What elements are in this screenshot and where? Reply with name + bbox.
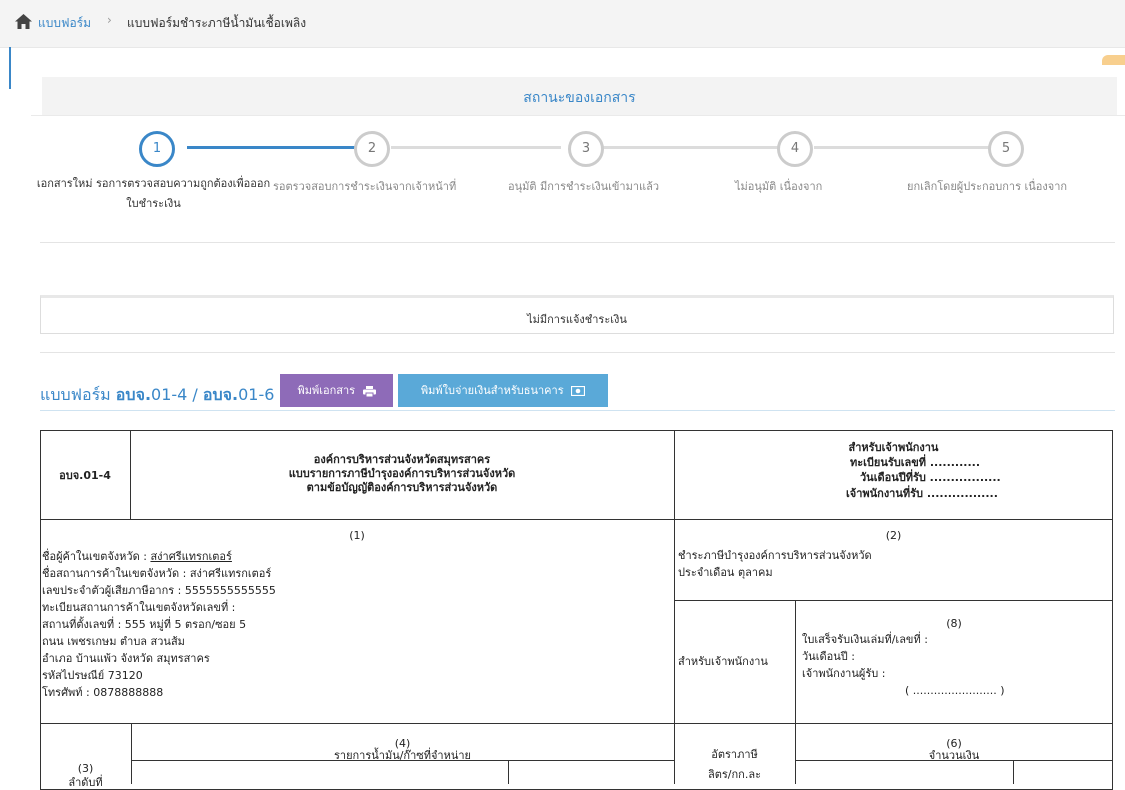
breadcrumb-separator: › — [107, 13, 112, 27]
step-1-circle: 1 — [139, 131, 175, 167]
side-tab[interactable] — [1102, 55, 1125, 65]
document-header-line-2: แบบรายการภาษีบำรุงองค์การบริหารส่วนจังหว… — [288, 467, 516, 480]
breadcrumb: แบบฟอร์ม › แบบฟอร์มชำระภาษีน้ำมันเชื้อเพ… — [0, 0, 1125, 48]
money-icon — [571, 385, 586, 397]
document-header-line-1: องค์การบริหารส่วนจังหวัดสมุทรสาคร — [313, 453, 491, 466]
tax-rate-label: อัตราภาษี — [711, 748, 758, 761]
left-accent-bar — [9, 47, 11, 89]
section-4-label: รายการน้ำมัน/ก๊าซที่จำหน่าย — [333, 749, 472, 762]
section-2-number: (2) — [885, 529, 902, 542]
form-title: แบบฟอร์ม อบจ.01-4 / อบจ.01-6 — [40, 383, 274, 408]
table-line — [1013, 760, 1014, 784]
status-header: สถานะของเอกสาร — [42, 77, 1117, 116]
divider — [40, 352, 1115, 353]
step-connector-1 — [187, 146, 357, 149]
officer-register-number: ทะเบียนรับเลขที่ ............ — [850, 456, 981, 469]
payment-notice-text: ไม่มีการแจ้งชำระเงิน — [527, 313, 627, 326]
step-1-label: เอกสารใหม่ รอการตรวจสอบความถูกต้องเพื่ออ… — [36, 177, 271, 210]
trader-name-value: สง่าศรีแทรกเตอร์ — [150, 550, 232, 563]
step-5-label: ยกเลิกโดยผู้ประกอบการ เนื่องจาก — [907, 180, 1068, 193]
receipt-signature: ( ........................ ) — [905, 684, 1005, 697]
step-2-circle: 2 — [354, 131, 390, 167]
table-line — [40, 723, 1113, 724]
postal-code: รหัสไปรษณีย์ 73120 — [42, 669, 143, 682]
section-3-label: ลำดับที่ — [68, 776, 103, 789]
section-2-line-1: ชำระภาษีบำรุงองค์การบริหารส่วนจังหวัด — [678, 549, 872, 562]
print-document-button[interactable]: พิมพ์เอกสาร — [280, 374, 393, 407]
address-line-1: สถานที่ตั้งเลขที่ : 555 หมู่ที่ 5 ตรอก/ซ… — [42, 618, 247, 631]
receipt-officer: เจ้าพนักงานผู้รับ : — [802, 667, 886, 680]
print-document-label: พิมพ์เอกสาร — [297, 384, 356, 397]
receipt-date: วันเดือนปี : — [802, 650, 855, 663]
step-connector-2 — [391, 146, 561, 149]
table-line — [674, 600, 1113, 601]
phone: โทรศัพท์ : 0878888888 — [42, 686, 164, 699]
form-title-code-2: อบจ. — [202, 385, 239, 404]
step-4-circle: 4 — [777, 131, 813, 167]
document-code: อบจ.01-4 — [59, 469, 111, 482]
address-line-3: อำเภอ บ้านแพ้ว จังหวัด สมุทรสาคร — [42, 652, 210, 665]
table-line — [40, 519, 1113, 520]
table-line — [674, 430, 675, 784]
print-bank-slip-label: พิมพ์ใบจ่ายเงินสำหรับธนาคาร — [420, 384, 564, 397]
print-bank-slip-button[interactable]: พิมพ์ใบจ่ายเงินสำหรับธนาคาร — [398, 374, 608, 407]
section-3-number: (3) — [77, 762, 94, 775]
form-title-prefix: แบบฟอร์ม — [40, 385, 111, 404]
address-line-2: ถนน เพชรเกษม ตำบล สวนส้ม — [42, 635, 185, 648]
section-2-month: ประจำเดือน ตุลาคม — [678, 566, 773, 579]
printer-icon — [362, 385, 376, 397]
step-connector-4 — [814, 146, 990, 149]
step-2-label: รอตรวจสอบการชำระเงินจากเจ้าหน้าที่ — [273, 180, 457, 193]
step-3-circle: 3 — [568, 131, 604, 167]
step-5-circle: 5 — [988, 131, 1024, 167]
tax-id: เลขประจำตัวผู้เสียภาษีอากร : 55555555555… — [42, 584, 276, 597]
document-header-line-3: ตามข้อบัญญัติองค์การบริหารส่วนจังหวัด — [306, 481, 498, 494]
breadcrumb-current: แบบฟอร์มชำระภาษีน้ำมันเชื้อเพลิง — [127, 16, 307, 30]
shop-name: ชื่อสถานการค้าในเขตจังหวัด : สง่าศรีแทรก… — [42, 567, 272, 580]
officer-box-title: สำหรับเจ้าพนักงาน — [848, 441, 939, 454]
payment-notice-box: ไม่มีการแจ้งชำระเงิน — [40, 295, 1114, 334]
trader-name-label: ชื่อผู้ค้าในเขตจังหวัด : — [42, 550, 151, 563]
divider — [40, 242, 1115, 243]
form-title-underline — [40, 410, 1115, 411]
form-title-num-2: 01-6 — [238, 385, 275, 404]
shop-registration: ทะเบียนสถานการค้าในเขตจังหวัดเลขที่ : — [42, 601, 236, 614]
status-title: สถานะของเอกสาร — [523, 90, 636, 106]
section-8-number: (8) — [946, 617, 962, 630]
step-3-label: อนุมัติ มีการชำระเงินเข้ามาแล้ว — [508, 180, 660, 193]
officer-received-date: วันเดือนปีที่รับ ................. — [860, 471, 1001, 484]
home-icon[interactable] — [15, 14, 32, 29]
form-title-code-1: อบจ. — [115, 385, 152, 404]
section-1-number: (1) — [349, 529, 365, 542]
officer-label: สำหรับเจ้าพนักงาน — [678, 655, 768, 668]
tax-rate-unit: ลิตร/กก.ละ — [708, 768, 761, 781]
step-connector-3 — [603, 146, 780, 149]
form-title-slash: / — [187, 385, 203, 404]
form-title-num-1: 01-4 — [151, 385, 188, 404]
step-4-label: ไม่อนุมัติ เนื่องจาก — [735, 180, 823, 193]
officer-receiver: เจ้าพนักงานที่รับ ................. — [846, 487, 998, 500]
table-line — [508, 760, 509, 784]
trader-name: ชื่อผู้ค้าในเขตจังหวัด : สง่าศรีแทรกเตอร… — [42, 549, 232, 564]
section-6-label: จำนวนเงิน — [928, 749, 980, 762]
divider — [31, 115, 1125, 116]
receipt-number: ใบเสร็จรับเงินเล่มที่/เลขที่ : — [802, 633, 928, 646]
breadcrumb-link-forms[interactable]: แบบฟอร์ม — [38, 14, 91, 33]
